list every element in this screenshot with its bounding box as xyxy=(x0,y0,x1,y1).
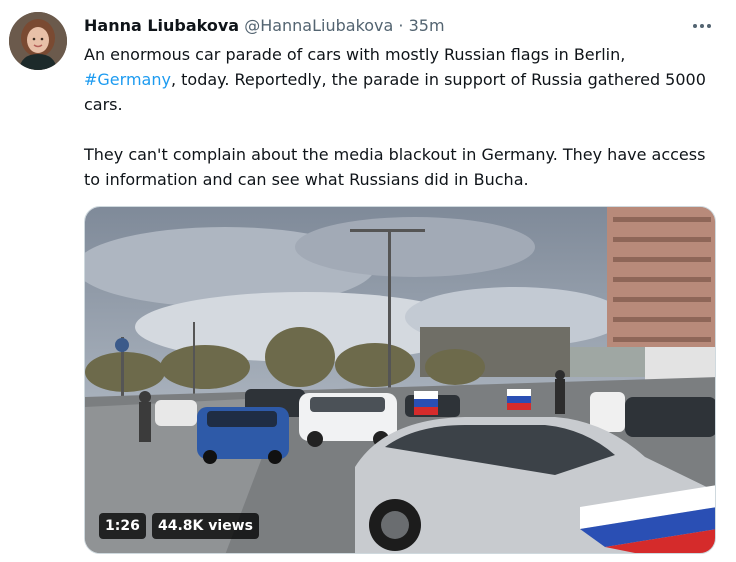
header-separator: · xyxy=(398,16,404,35)
video-player[interactable]: 1:26 44.8K views xyxy=(84,206,716,554)
more-horizontal-icon xyxy=(693,24,711,28)
author-avatar[interactable] xyxy=(9,12,67,70)
author-name[interactable]: Hanna Liubakova xyxy=(84,16,239,35)
text-segment: , today. Reportedly, the parade in suppo… xyxy=(84,70,706,114)
tweet-timestamp[interactable]: 35m xyxy=(409,16,445,35)
tweet-paragraph-1: An enormous car parade of cars with most… xyxy=(84,42,714,117)
tweet-paragraph-2: They can't complain about the media blac… xyxy=(84,145,706,189)
hashtag-link[interactable]: #Germany xyxy=(84,70,171,89)
tweet-header: Hanna Liubakova @HannaLiubakova · 35m xyxy=(84,14,445,38)
more-options-button[interactable] xyxy=(688,14,716,38)
video-views-badge: 44.8K views xyxy=(152,513,259,539)
video-duration-badge: 1:26 xyxy=(99,513,146,539)
avatar-image xyxy=(9,12,67,70)
tweet-text: An enormous car parade of cars with most… xyxy=(84,42,714,192)
author-handle[interactable]: @HannaLiubakova xyxy=(244,16,393,35)
text-segment: An enormous car parade of cars with most… xyxy=(84,45,626,64)
video-thumbnail xyxy=(85,207,715,553)
